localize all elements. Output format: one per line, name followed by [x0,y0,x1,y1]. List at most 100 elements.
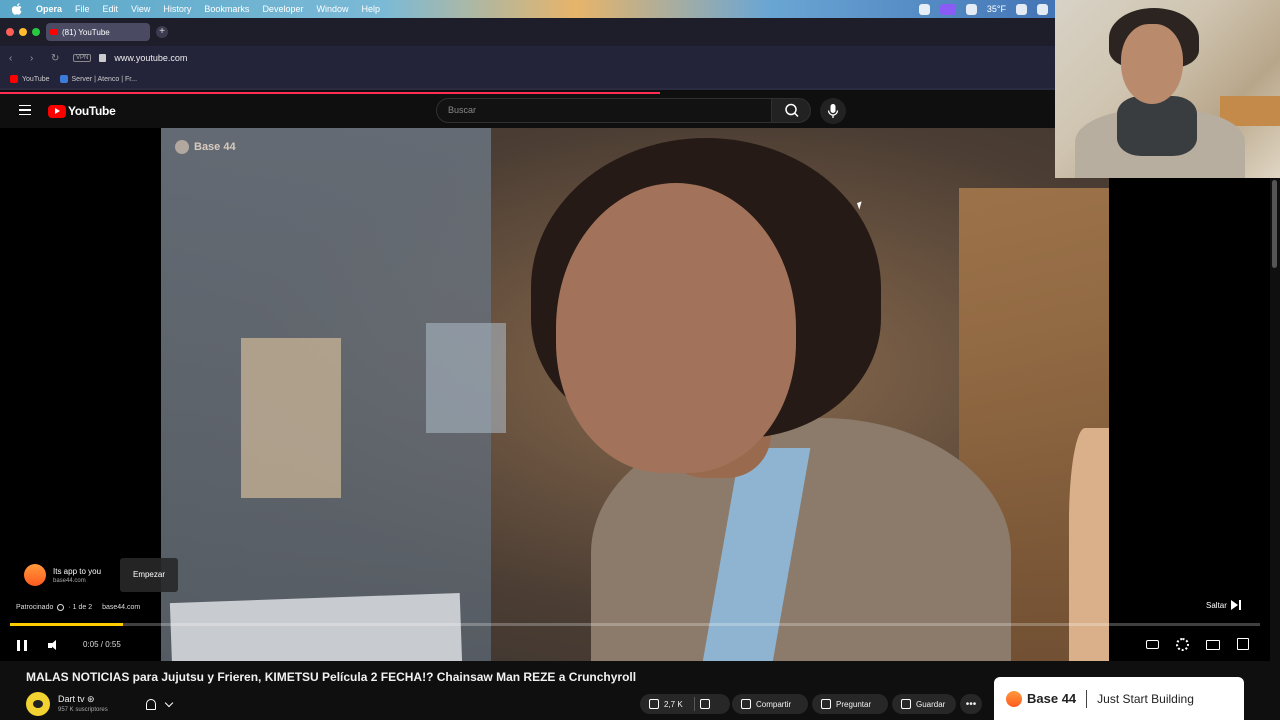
share-label: Compartir [756,699,792,709]
thumbs-up-icon[interactable] [649,699,659,709]
server-bookmark-icon [59,75,68,83]
new-tab-button[interactable]: + [156,26,168,38]
banner-brand: Base 44 [1027,691,1077,706]
search-button[interactable] [771,98,811,123]
ad-count: · 1 de 2 [68,604,93,611]
menu-edit[interactable]: Edit [103,4,119,14]
focus-icon[interactable] [965,3,977,15]
menubar-status-area: 35°F [918,0,1048,18]
ad-card[interactable]: Its app to you base44.com Empezar [16,558,178,592]
skip-ad-button[interactable]: Saltar [1206,600,1241,610]
info-icon[interactable] [57,604,65,611]
base44-logo-icon [1006,690,1022,707]
search-input[interactable]: Buscar [436,98,772,123]
screen-recording-icon[interactable] [939,3,956,15]
advertiser-logo-icon [24,564,46,586]
lock-icon[interactable] [99,54,107,62]
apple-icon[interactable] [10,3,24,15]
url-field[interactable]: www.youtube.com [114,53,187,63]
bell-icon [146,698,156,710]
youtube-header: YouTube Buscar [0,94,1056,128]
vpn-badge[interactable]: VPN [73,54,92,62]
menu-view[interactable]: View [131,4,150,14]
time-display: 0:05 / 0:55 [83,640,121,649]
skip-next-icon [1230,600,1241,610]
reload-icon[interactable]: ↻ [51,53,63,64]
bookmark-icon [901,699,911,709]
volume-icon[interactable] [48,640,60,651]
forward-icon[interactable]: › [30,53,42,64]
browser-tab-youtube[interactable]: (81) YouTube [46,23,150,41]
companion-ad-banner[interactable]: Base 44 Just Start Building [994,677,1244,720]
menu-bookmarks[interactable]: Bookmarks [204,4,249,14]
browser-address-bar: ‹ › ↻ VPN www.youtube.com [0,46,1056,70]
progress-bar[interactable] [10,623,1260,626]
thumbs-down-icon[interactable] [699,699,710,709]
control-center-icon[interactable] [918,3,930,15]
youtube-wordmark: YouTube [68,104,116,118]
youtube-favicon-icon [50,29,58,35]
chevron-down-icon [164,698,174,707]
video-title: MALAS NOTICIAS para Jujutsu y Frieren, K… [26,670,637,684]
sponsor-domain-link[interactable]: base44.com [102,604,140,611]
share-icon [741,699,751,709]
moon-icon[interactable] [1037,3,1048,15]
weather-temperature[interactable]: 35°F [987,4,1006,14]
ad-cta-button[interactable]: Empezar [120,558,178,592]
window-zoom-button[interactable] [32,28,40,36]
base44-logo-icon [175,140,189,154]
save-button[interactable]: Guardar [892,694,956,714]
menu-app-name[interactable]: Opera [36,4,62,14]
youtube-play-logo-icon [48,104,66,118]
voice-search-button[interactable] [820,98,846,124]
menu-help[interactable]: Help [361,4,380,14]
theater-mode-icon[interactable] [1206,640,1220,650]
ad-brand-watermark: Base 44 [175,140,236,154]
save-label: Guardar [916,699,946,709]
subtitles-icon[interactable] [1146,640,1159,649]
settings-gear-icon[interactable] [1176,638,1189,651]
youtube-bookmark-icon [10,75,18,83]
player-controls: 0:05 / 0:55 [0,631,1270,661]
window-close-button[interactable] [6,28,14,36]
page-scrollbar[interactable] [1270,178,1280,720]
video-frame[interactable] [161,128,1109,661]
share-button[interactable]: Compartir [732,694,808,714]
subscriber-count: 957 K suscriptores [58,707,108,713]
channel-name[interactable]: Dart tv ⊛ [58,694,95,705]
sponsored-label: Patrocinado [16,604,54,611]
notifications-button[interactable] [140,694,182,714]
youtube-logo[interactable]: YouTube [48,104,116,118]
sponsor-info: Patrocinado · 1 de 2 base44.com [16,604,140,611]
video-player[interactable]: Base 44 Its app to you base44.com Empeza… [0,128,1270,661]
ask-button[interactable]: Preguntar [812,694,888,714]
menu-file[interactable]: File [75,4,90,14]
pause-button[interactable] [17,640,27,651]
webcam-overlay [1055,0,1280,178]
like-dislike-group: 2,7 K [640,694,730,714]
more-actions-button[interactable]: ••• [960,694,982,714]
bookmark-label: YouTube [22,75,50,83]
back-icon[interactable]: ‹ [9,53,21,64]
microphone-icon [827,104,839,118]
siri-icon[interactable] [1016,3,1027,15]
tab-title: (81) YouTube [62,27,110,37]
scrollbar-thumb[interactable] [1272,180,1277,268]
skip-label: Saltar [1206,600,1227,610]
window-minimize-button[interactable] [19,28,27,36]
bookmark-server[interactable]: Server | Atenco | Fr... [59,75,138,83]
progress-fill [10,623,123,626]
menu-developer[interactable]: Developer [262,4,303,14]
ad-brand-name: Base 44 [194,141,236,153]
menu-window[interactable]: Window [316,4,348,14]
bookmarks-bar: YouTube Server | Atenco | Fr... [0,70,1056,90]
ad-card-title: Its app to you [53,566,102,576]
ask-label: Preguntar [836,699,872,709]
like-count[interactable]: 2,7 K [664,700,683,709]
hamburger-menu-icon[interactable] [19,105,31,115]
bookmark-label: Server | Atenco | Fr... [71,75,138,83]
menu-history[interactable]: History [163,4,191,14]
fullscreen-icon[interactable] [1237,638,1249,650]
channel-avatar[interactable] [26,692,50,716]
bookmark-youtube[interactable]: YouTube [10,75,50,83]
